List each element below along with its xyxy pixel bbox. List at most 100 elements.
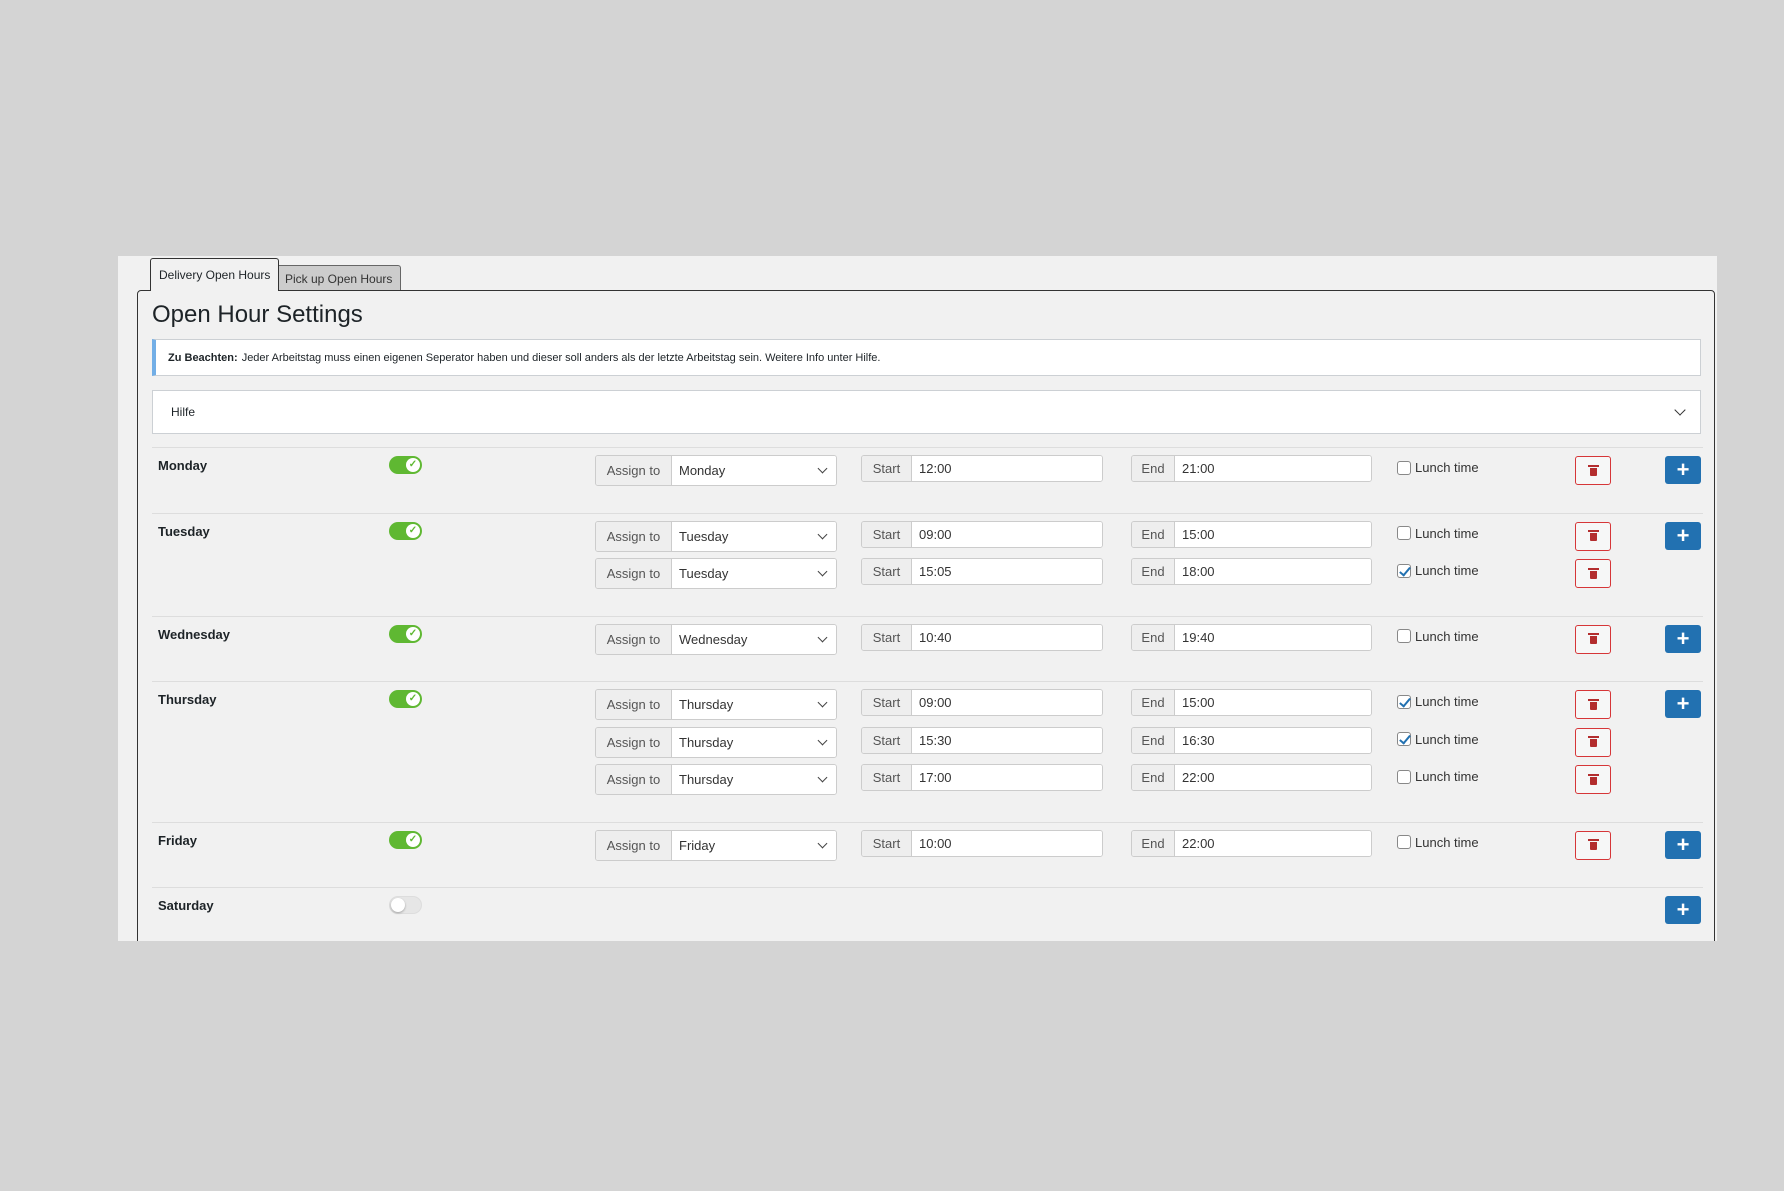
lunch-time-checkbox[interactable]: [1397, 526, 1411, 540]
chevron-down-icon: [817, 463, 828, 474]
lunch-time-label[interactable]: Lunch time: [1415, 769, 1479, 784]
assign-to-select[interactable]: Thursday: [672, 727, 836, 757]
tab-pickup-open-hours[interactable]: Pick up Open Hours: [276, 265, 402, 291]
end-group: End 18:00: [1131, 558, 1372, 585]
assign-to-select[interactable]: Monday: [672, 456, 836, 485]
start-time-input[interactable]: 15:05: [912, 559, 1102, 584]
add-slot-button[interactable]: +: [1665, 624, 1701, 653]
delete-slot-button[interactable]: [1575, 559, 1611, 588]
start-group: Start 15:05: [861, 558, 1103, 585]
lunch-time-checkbox[interactable]: [1397, 460, 1411, 475]
assign-to-select[interactable]: Wednesday: [672, 624, 836, 654]
tab-content: Open Hour Settings Zu Beachten: Jeder Ar…: [137, 290, 1715, 941]
end-label: End: [1132, 690, 1175, 715]
tab-delivery-open-hours[interactable]: Delivery Open Hours: [150, 258, 280, 291]
lunch-time-checkbox[interactable]: [1397, 835, 1411, 849]
start-label: Start: [862, 765, 912, 790]
lunch-time-option: Lunch time: [1397, 769, 1479, 784]
hilfe-accordion[interactable]: Hilfe: [152, 390, 1701, 434]
start-time-input[interactable]: 10:40: [912, 624, 1102, 650]
add-slot-button[interactable]: +: [1665, 896, 1701, 924]
lunch-time-label[interactable]: Lunch time: [1415, 526, 1479, 541]
assign-to-select[interactable]: Friday: [672, 830, 836, 860]
delete-slot-button[interactable]: [1575, 624, 1611, 654]
lunch-time-checkbox[interactable]: [1397, 732, 1411, 746]
lunch-time-label[interactable]: Lunch time: [1415, 732, 1479, 747]
end-time-input[interactable]: 21:00: [1175, 456, 1371, 481]
time-slot: Assign to Friday Start 10:00 End 22:00 Lunc…: [152, 829, 1703, 868]
end-group: End 22:00: [1131, 764, 1372, 791]
end-group: End 15:00: [1131, 520, 1372, 548]
start-group: Start 12:00: [861, 455, 1103, 482]
time-slot: Assign to Wednesday Start 10:40 End 19:40 L…: [152, 623, 1703, 662]
lunch-time-label[interactable]: Lunch time: [1415, 460, 1479, 475]
assign-to-select[interactable]: Tuesday: [672, 521, 836, 551]
delete-slot-button[interactable]: [1575, 765, 1611, 794]
add-slot-button[interactable]: +: [1665, 521, 1701, 550]
assign-to-label: Assign to: [596, 765, 672, 794]
time-slot: Assign to Monday Start 12:00 End 21:00 Lunc…: [152, 455, 1703, 493]
assign-to-group: Assign to Thursday: [595, 689, 837, 720]
end-time-input[interactable]: 18:00: [1175, 559, 1371, 584]
start-time-input[interactable]: 09:00: [912, 690, 1102, 715]
end-label: End: [1132, 624, 1175, 650]
chevron-down-icon: [817, 566, 828, 577]
add-slot-button[interactable]: +: [1665, 690, 1701, 718]
assign-to-label: Assign to: [596, 727, 672, 757]
start-group: Start 10:40: [861, 623, 1103, 651]
add-slot-button[interactable]: +: [1665, 456, 1701, 484]
end-group: End 19:40: [1131, 623, 1372, 651]
delete-slot-button[interactable]: [1575, 830, 1611, 860]
plus-icon: +: [1676, 625, 1690, 651]
start-time-input[interactable]: 15:30: [912, 727, 1102, 753]
assign-to-value: Wednesday: [679, 631, 748, 647]
trash-icon: [1587, 839, 1599, 850]
trash-icon: [1587, 633, 1599, 644]
lunch-time-checkbox[interactable]: [1397, 629, 1411, 643]
start-time-input[interactable]: 09:00: [912, 521, 1102, 547]
start-label: Start: [862, 830, 912, 856]
hilfe-label: Hilfe: [171, 405, 196, 419]
end-time-input[interactable]: 22:00: [1175, 765, 1371, 790]
trash-icon: [1587, 736, 1599, 747]
assign-to-select[interactable]: Tuesday: [672, 559, 836, 588]
end-group: End 21:00: [1131, 455, 1372, 482]
assign-to-label: Assign to: [596, 559, 672, 588]
chevron-down-icon: [817, 772, 828, 783]
lunch-time-checkbox[interactable]: [1397, 769, 1411, 784]
assign-to-select[interactable]: Thursday: [672, 690, 836, 719]
start-label: Start: [862, 727, 912, 753]
start-label: Start: [862, 559, 912, 584]
end-time-input[interactable]: 16:30: [1175, 727, 1371, 753]
page-title: Open Hour Settings: [152, 301, 363, 328]
assign-to-value: Thursday: [679, 734, 734, 750]
start-time-input[interactable]: 17:00: [912, 765, 1102, 790]
end-time-input[interactable]: 19:40: [1175, 624, 1371, 650]
delete-slot-button[interactable]: [1575, 727, 1611, 757]
assign-to-group: Assign to Tuesday: [595, 558, 837, 589]
end-time-input[interactable]: 15:00: [1175, 690, 1371, 715]
lunch-time-label[interactable]: Lunch time: [1415, 629, 1479, 644]
lunch-time-label[interactable]: Lunch time: [1415, 835, 1479, 850]
delete-slot-button[interactable]: [1575, 690, 1611, 719]
assign-to-group: Assign to Friday: [595, 829, 837, 861]
end-time-input[interactable]: 15:00: [1175, 521, 1371, 547]
lunch-time-label[interactable]: Lunch time: [1415, 563, 1479, 578]
notice-text: Jeder Arbeitstag muss einen eigenen Sepe…: [241, 351, 881, 364]
lunch-time-option: Lunch time: [1397, 629, 1479, 644]
delete-slot-button[interactable]: [1575, 456, 1611, 485]
plus-icon: +: [1676, 831, 1690, 857]
lunch-time-checkbox[interactable]: [1397, 563, 1411, 578]
start-group: Start 09:00: [861, 520, 1103, 548]
end-label: End: [1132, 727, 1175, 753]
lunch-time-checkbox[interactable]: [1397, 694, 1411, 709]
lunch-time-label[interactable]: Lunch time: [1415, 694, 1479, 709]
trash-icon: [1587, 773, 1599, 785]
add-slot-button[interactable]: +: [1665, 830, 1701, 859]
trash-icon: [1587, 567, 1599, 579]
delete-slot-button[interactable]: [1575, 521, 1611, 551]
end-time-input[interactable]: 22:00: [1175, 830, 1371, 856]
assign-to-select[interactable]: Thursday: [672, 765, 836, 794]
start-time-input[interactable]: 12:00: [912, 456, 1102, 481]
start-time-input[interactable]: 10:00: [912, 830, 1102, 856]
